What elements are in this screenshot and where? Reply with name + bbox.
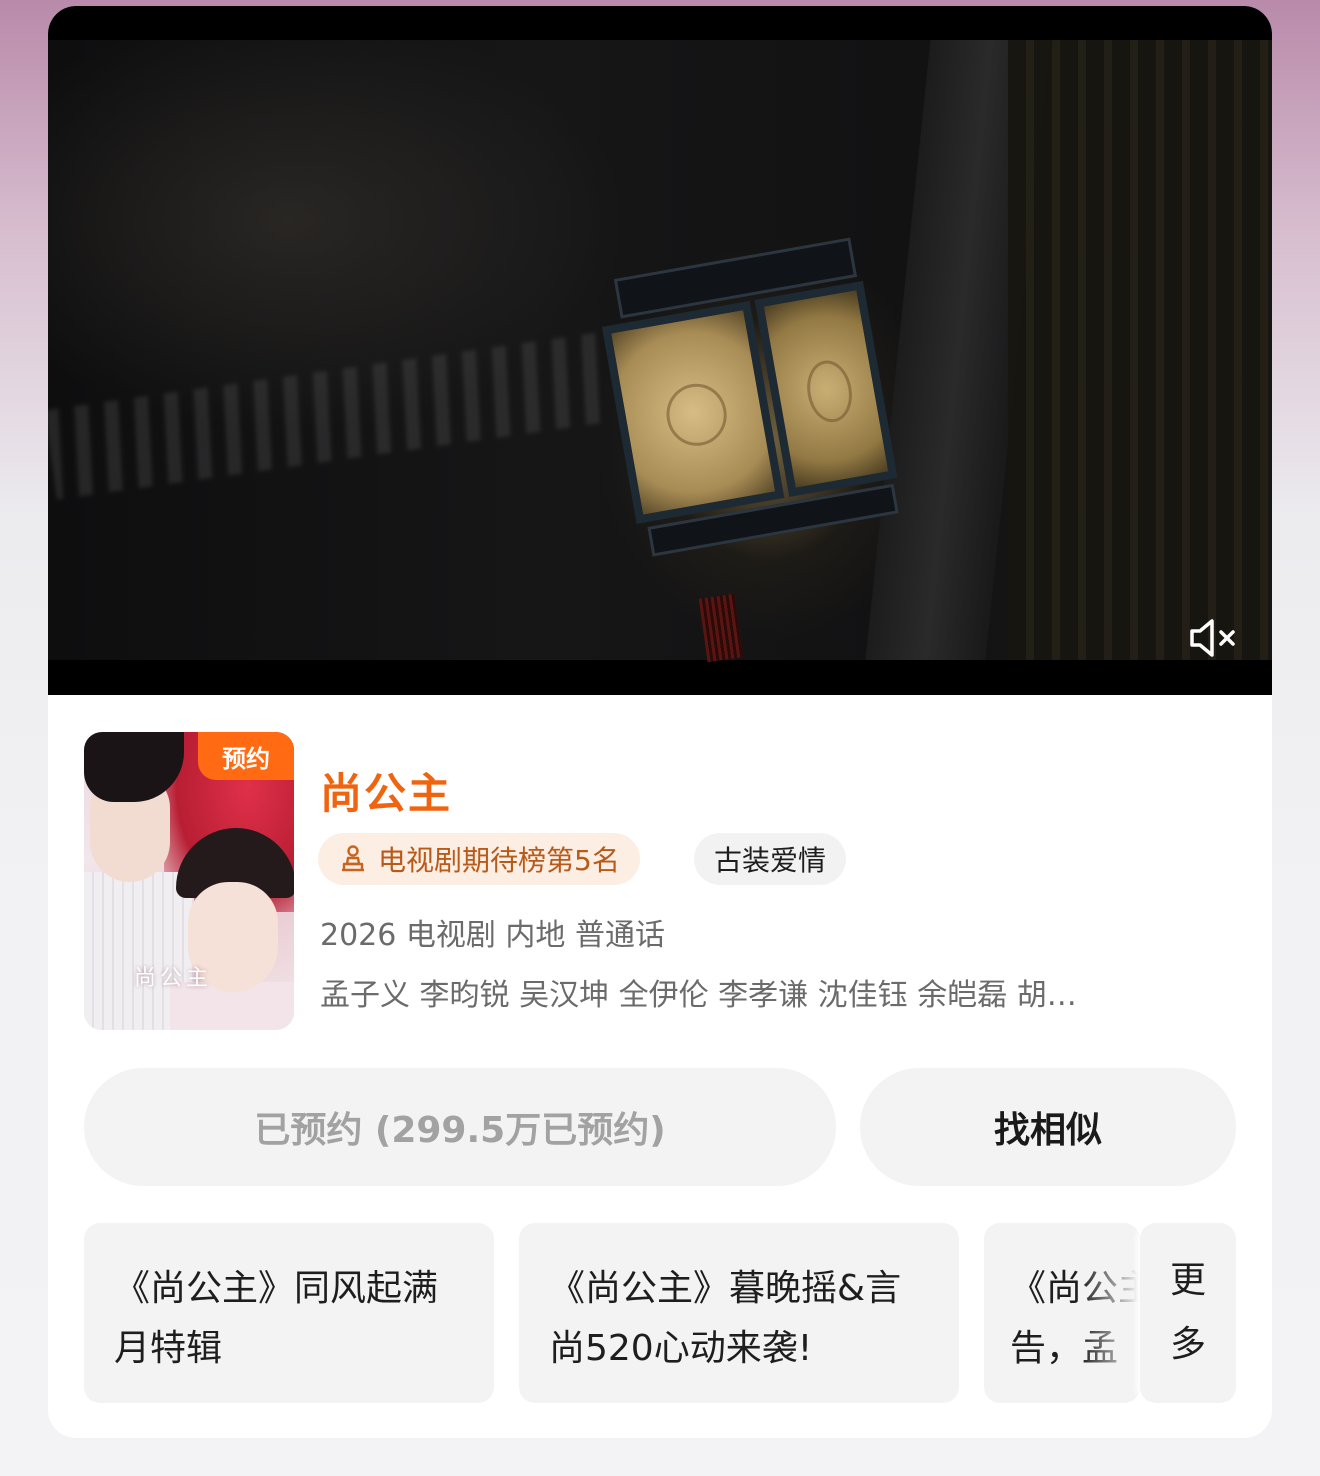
feature-card-line: 尚520心动来袭! [549, 1328, 813, 1369]
more-label: 多 [1169, 1324, 1206, 1365]
reserve-badge: 预约 [198, 732, 294, 780]
find-similar-button[interactable]: 找相似 [860, 1068, 1236, 1186]
drama-cast: 孟子义 李昀锐 吴汉坤 全伊伦 李孝谦 沈佳钰 余皑磊 胡… [320, 978, 1077, 1013]
drama-meta: 2026 电视剧 内地 普通话 [320, 918, 665, 953]
rank-chip[interactable]: 电视剧期待榜第5名 [318, 833, 640, 885]
poster-title-art: 尚公主 [134, 966, 213, 991]
feature-card-line: 《尚公主》同风起满 [114, 1268, 439, 1309]
video-scene-wall [1008, 40, 1272, 660]
reserved-button[interactable]: 已预约 (299.5万已预约) [84, 1068, 836, 1186]
drama-card: 尚公主 预约 尚公主 电视剧期待榜第5名 古装爱情 2026 电视剧 内地 普通… [48, 6, 1272, 1438]
feature-card[interactable]: 《尚公主》暮晚摇&言 尚520心动来袭! [519, 1223, 959, 1403]
more-label: 更 [1169, 1260, 1206, 1301]
video-player[interactable] [48, 6, 1272, 695]
feature-card[interactable]: 《尚公主》同风起满 月特辑 [84, 1223, 494, 1403]
more-button[interactable]: 更 多 [1140, 1223, 1236, 1403]
drama-title[interactable]: 尚公主 [320, 760, 452, 821]
drama-poster[interactable]: 尚公主 预约 [84, 732, 294, 1030]
trophy-icon [342, 845, 364, 872]
speaker-muted-icon[interactable] [1188, 616, 1240, 660]
feature-card-line: 《尚公主》暮晚摇&言 [549, 1268, 902, 1309]
rank-label: 电视剧期待榜第5名 [378, 844, 620, 877]
video-scene-lantern [584, 232, 932, 580]
genre-chip[interactable]: 古装爱情 [694, 833, 847, 885]
feature-card-line: 月特辑 [114, 1328, 223, 1369]
feature-card[interactable]: 《尚公主 告，孟 [984, 1223, 1140, 1403]
